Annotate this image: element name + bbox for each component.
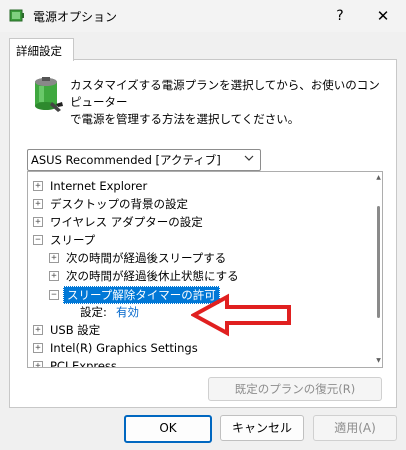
- apply-button[interactable]: 適用(A): [313, 415, 397, 441]
- description: カスタマイズする電源プランを選択してから、お使いのコンピューター で電源を管理す…: [70, 77, 390, 128]
- advanced-settings-panel: カスタマイズする電源プランを選択してから、お使いのコンピューター で電源を管理す…: [9, 59, 397, 408]
- tree-item-label: 次の時間が経過後スリープする: [66, 251, 227, 265]
- expand-icon[interactable]: +: [49, 253, 59, 263]
- expand-icon[interactable]: +: [33, 361, 43, 367]
- expand-icon[interactable]: +: [33, 181, 43, 191]
- restore-defaults-button[interactable]: 既定のプランの復元(R): [208, 377, 382, 401]
- description-line-2: で電源を管理する方法を選択してください。: [70, 112, 300, 126]
- description-line-1: カスタマイズする電源プランを選択してから、お使いのコンピューター: [70, 78, 380, 109]
- expand-icon[interactable]: +: [33, 343, 43, 353]
- setting-value-link[interactable]: 有効: [116, 303, 139, 321]
- window-title: 電源オプション: [33, 10, 118, 24]
- power-plan-select[interactable]: ASUS Recommended [アクティブ]: [27, 149, 261, 171]
- tab-label: 詳細設定: [16, 44, 62, 58]
- battery-icon: [35, 77, 63, 112]
- expand-icon[interactable]: +: [33, 217, 43, 227]
- tree-item-label: Internet Explorer: [50, 179, 148, 193]
- setting-label: 設定:: [80, 305, 107, 319]
- tree-item-label: PCI Express: [50, 359, 117, 368]
- help-button[interactable]: ?: [323, 2, 357, 30]
- chevron-down-icon: [244, 155, 254, 161]
- power-plan-value: ASUS Recommended [アクティブ]: [31, 153, 221, 167]
- close-button[interactable]: ✕: [361, 2, 405, 30]
- tree-item-label: USB 設定: [50, 323, 101, 337]
- tab-advanced-settings[interactable]: 詳細設定: [9, 38, 74, 61]
- tree-item-label: 次の時間が経過後休止状態にする: [66, 269, 239, 283]
- collapse-icon[interactable]: −: [49, 290, 59, 300]
- ok-button[interactable]: OK: [124, 415, 212, 443]
- power-options-icon: [9, 9, 24, 22]
- title-bar: 電源オプション ? ✕: [0, 0, 406, 32]
- collapse-icon[interactable]: −: [33, 235, 43, 245]
- scroll-thumb[interactable]: [377, 206, 380, 318]
- expand-icon[interactable]: +: [33, 325, 43, 335]
- annotation-arrow-icon: [191, 293, 291, 337]
- scroll-down-icon[interactable]: ▼: [375, 357, 382, 365]
- expand-icon[interactable]: +: [49, 271, 59, 281]
- tree-item-label: デスクトップの背景の設定: [50, 197, 188, 211]
- settings-tree[interactable]: + Internet Explorer + デスクトップの背景の設定 + ワイヤ…: [27, 171, 383, 368]
- tree-item-label: ワイヤレス アダプターの設定: [50, 215, 203, 229]
- expand-icon[interactable]: +: [33, 199, 43, 209]
- cancel-button[interactable]: キャンセル: [220, 415, 304, 441]
- tree-item-label: Intel(R) Graphics Settings: [50, 341, 198, 355]
- tree-item-label: スリープ: [50, 233, 96, 247]
- scroll-up-icon[interactable]: ▲: [375, 174, 382, 182]
- tree-scrollbar[interactable]: ▲ ▼: [375, 172, 382, 367]
